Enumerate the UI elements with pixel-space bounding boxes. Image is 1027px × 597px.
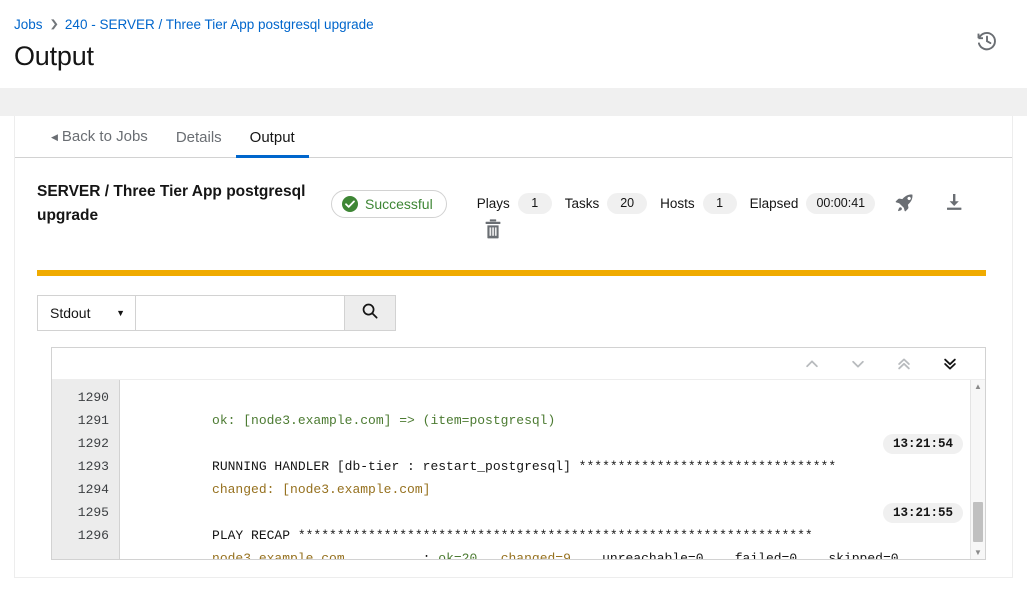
delete-job-wrapper	[483, 218, 503, 240]
page-title: Output	[14, 41, 94, 71]
console-line-text	[477, 551, 500, 559]
search-type-value: Stdout	[50, 305, 91, 321]
status-label: Successful	[365, 196, 433, 212]
rocket-icon[interactable]	[893, 192, 915, 214]
console-body: 1290 1291 1292 1293 1294 1295 1296 ok: […	[52, 380, 985, 559]
download-icon[interactable]	[943, 192, 965, 214]
console-line-text: node3.example.com	[212, 551, 345, 559]
tab-bar: ◀ Back to Jobs Details Output	[15, 116, 1012, 158]
console-line-text: ok=20	[438, 551, 478, 559]
stat-elapsed-label: Elapsed	[749, 195, 799, 211]
search-icon	[361, 302, 379, 325]
stat-hosts-label: Hosts	[660, 195, 695, 211]
line-number: 1296	[77, 528, 109, 543]
page-header: Jobs ❯ 240 - SERVER / Three Tier App pos…	[0, 0, 1027, 88]
chevron-down-icon: ▼	[116, 308, 125, 318]
job-progress-track	[37, 270, 986, 276]
breadcrumb-separator-icon: ❯	[48, 19, 59, 30]
scrollbar-up-arrow-icon[interactable]: ▲	[971, 380, 985, 393]
console-lines: ok: [node3.example.com] => (item=postgre…	[120, 380, 985, 559]
line-number: 1292	[77, 436, 109, 451]
stat-hosts: Hosts 1	[660, 192, 737, 214]
console-toolbar	[52, 348, 985, 380]
breadcrumb-item-job[interactable]: 240 - SERVER / Three Tier App postgresql…	[65, 16, 374, 34]
stat-plays-label: Plays	[476, 195, 510, 211]
stat-plays: Plays 1	[476, 192, 552, 214]
job-name: SERVER / Three Tier App postgresql upgra…	[37, 183, 306, 224]
line-number: 1291	[77, 413, 109, 428]
history-icon[interactable]	[975, 29, 999, 53]
tab-output[interactable]: Output	[235, 129, 309, 158]
console-line-text: changed=9	[500, 551, 571, 559]
console-scrollbar[interactable]: ▲ ▼	[970, 380, 985, 559]
console-panel: 1290 1291 1292 1293 1294 1295 1296 ok: […	[51, 347, 986, 560]
job-progress-fill	[37, 270, 986, 276]
scroll-last-icon[interactable]	[927, 349, 973, 379]
console-line: changed: [node3.example.com]	[134, 455, 985, 497]
search-input[interactable]	[135, 295, 344, 331]
console-line: node3.example.com : ok=20 changed=9 unre…	[134, 524, 985, 559]
line-number: 1293	[77, 459, 109, 474]
line-number: 1294	[77, 482, 109, 497]
scroll-previous-icon[interactable]	[789, 349, 835, 379]
status-badge: Successful	[331, 190, 447, 218]
stat-plays-value: 1	[517, 192, 552, 214]
console-line-text: :	[344, 551, 439, 559]
stat-tasks-label: Tasks	[564, 195, 600, 211]
stat-elapsed: Elapsed 00:00:41	[749, 192, 876, 214]
stat-elapsed-value: 00:00:41	[806, 192, 876, 214]
output-card: ◀ Back to Jobs Details Output SERVER / Th…	[14, 116, 1013, 578]
scroll-next-icon[interactable]	[835, 349, 881, 379]
console-line: PLAY RECAP *****************************…	[134, 501, 985, 543]
check-circle-icon	[342, 196, 358, 212]
header-divider	[0, 88, 1027, 116]
scroll-first-icon[interactable]	[881, 349, 927, 379]
job-stats: Plays 1 Tasks 20 Hosts 1 Elapsed 00:00:4…	[477, 180, 986, 214]
line-number: 1290	[77, 390, 109, 405]
breadcrumb-item-jobs[interactable]: Jobs	[14, 16, 43, 34]
console-line-timestamp: 13:21:55	[882, 503, 963, 523]
stat-tasks: Tasks 20	[564, 192, 648, 214]
console-line: ok: [node3.example.com] => (item=postgre…	[134, 386, 985, 428]
tab-details-label: Details	[175, 129, 222, 146]
console-line-timestamp: 13:21:54	[882, 434, 963, 454]
stat-hosts-value: 1	[702, 192, 737, 214]
tab-details[interactable]: Details	[162, 130, 236, 157]
console-line-numbers: 1290 1291 1292 1293 1294 1295 1296	[52, 380, 120, 559]
console-line: RUNNING HANDLER [db-tier : restart_postg…	[134, 432, 985, 474]
output-search-row: Stdout ▼	[37, 295, 396, 331]
trash-icon[interactable]	[483, 218, 503, 240]
job-summary: SERVER / Three Tier App postgresql upgra…	[15, 158, 1012, 270]
chevron-left-icon: ◀	[51, 132, 58, 142]
search-type-select[interactable]: Stdout ▼	[37, 295, 135, 331]
tab-back-to-jobs-label: Back to Jobs	[61, 128, 148, 145]
scrollbar-thumb[interactable]	[973, 502, 983, 542]
tab-back-to-jobs[interactable]: ◀ Back to Jobs	[37, 129, 162, 157]
tab-output-label: Output	[249, 129, 295, 146]
line-number: 1295	[77, 505, 109, 520]
scrollbar-down-arrow-icon[interactable]: ▼	[971, 546, 985, 559]
stat-tasks-value: 20	[607, 192, 648, 214]
search-button[interactable]	[344, 295, 396, 331]
breadcrumb: Jobs ❯ 240 - SERVER / Three Tier App pos…	[14, 16, 1013, 34]
